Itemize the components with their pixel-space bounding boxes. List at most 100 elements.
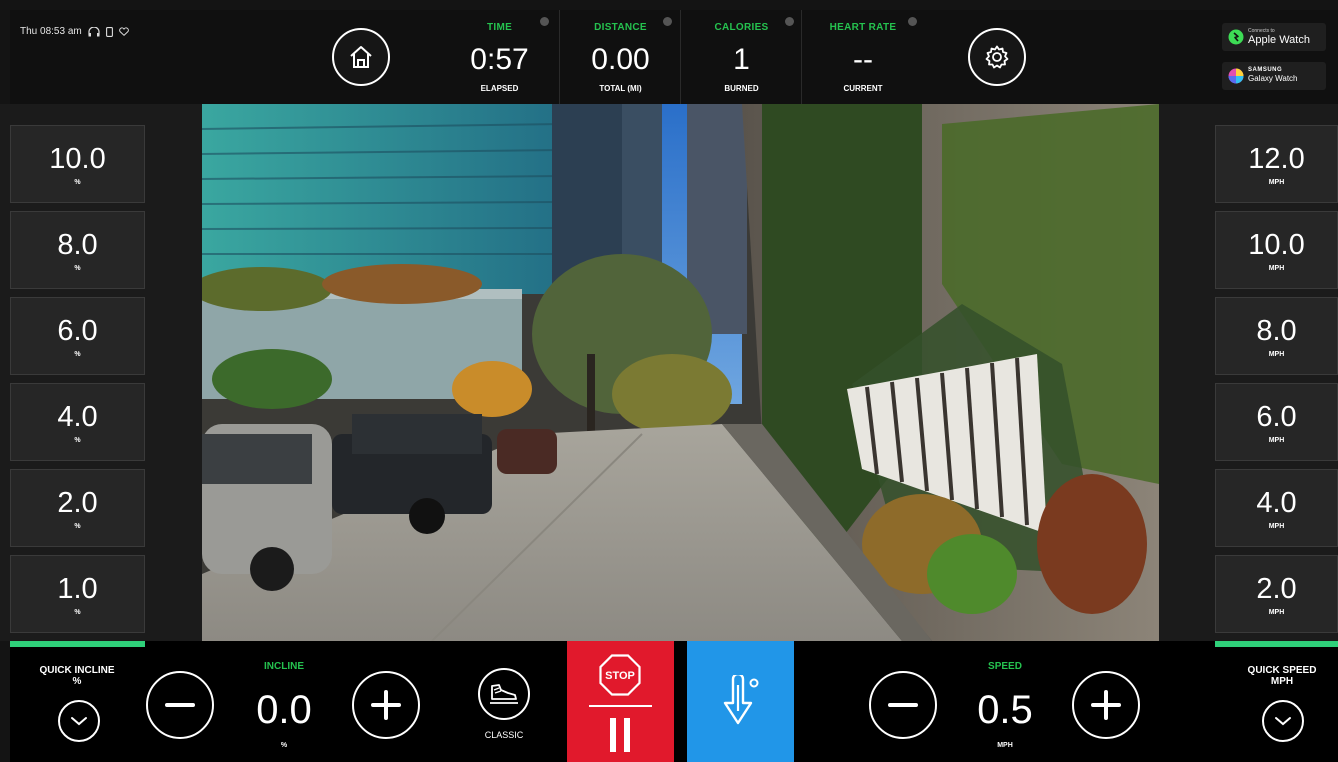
- speed-increase-button[interactable]: [1072, 671, 1140, 739]
- datetime: Thu 08:53 am: [20, 26, 82, 37]
- stat-label: DISTANCE: [594, 22, 647, 33]
- speed-value: 0.5: [977, 688, 1033, 732]
- phone-icon: [105, 26, 113, 37]
- incline-preset-button[interactable]: 2.0 %: [10, 469, 145, 547]
- stat-sublabel: CURRENT: [843, 84, 883, 93]
- stop-sign-icon: STOP: [599, 654, 641, 696]
- preset-value: 8.0: [57, 228, 98, 261]
- preset-unit: MPH: [1268, 178, 1285, 186]
- info-dot: [663, 17, 672, 26]
- speed-unit: MPH: [997, 742, 1013, 749]
- stat-value: --: [853, 43, 873, 76]
- preset-unit: MPH: [1268, 264, 1285, 272]
- stat-value: 0.00: [591, 43, 650, 76]
- speed-preset-button[interactable]: 4.0 MPH: [1215, 469, 1338, 547]
- speed-label: SPEED: [988, 661, 1022, 672]
- preset-unit: %: [74, 522, 81, 530]
- info-dot: [540, 17, 549, 26]
- home-button[interactable]: [332, 28, 390, 86]
- apple-watch-icon: [1228, 29, 1244, 45]
- stat-sublabel: TOTAL (MI): [599, 84, 642, 93]
- preset-value: 2.0: [57, 486, 98, 519]
- incline-preset-button[interactable]: 6.0 %: [10, 297, 145, 375]
- preset-unit: MPH: [1268, 608, 1285, 616]
- top-stats-bar: Thu 08:53 am TIME 0:57 ELAPSED DISTANCE …: [10, 10, 1338, 104]
- incline-preset-button[interactable]: 4.0 %: [10, 383, 145, 461]
- preset-unit: MPH: [1268, 436, 1285, 444]
- stat-distance[interactable]: DISTANCE 0.00 TOTAL (MI): [561, 10, 681, 104]
- stat-time[interactable]: TIME 0:57 ELAPSED: [440, 10, 560, 104]
- speed-presets-column: 12.0 MPH 10.0 MPH 8.0 MPH 6.0 MPH 4.0 MP…: [1159, 104, 1338, 641]
- samsung-watch-label: Galaxy Watch: [1248, 73, 1298, 83]
- preset-value: 10.0: [1248, 228, 1305, 261]
- incline-presets-column: 10.0 % 8.0 % 6.0 % 4.0 % 2.0 % 1.0 %: [0, 104, 202, 641]
- mode-classic-label: CLASSIC: [484, 730, 524, 740]
- preset-unit: %: [74, 436, 81, 444]
- stat-value: 0:57: [470, 43, 529, 76]
- quick-speed-label-line2: MPH: [1270, 676, 1294, 687]
- incline-value: 0.0: [256, 688, 312, 732]
- thermometer-down-icon: [723, 674, 758, 724]
- preset-unit: MPH: [1268, 350, 1285, 358]
- incline-accent-line: [10, 641, 145, 647]
- treadmill-screen: Thu 08:53 am TIME 0:57 ELAPSED DISTANCE …: [0, 0, 1338, 762]
- apple-watch-label: Apple Watch: [1248, 33, 1310, 46]
- apple-watch-badge[interactable]: Connects to Apple Watch: [1222, 23, 1326, 51]
- chevron-down-icon: [71, 717, 87, 726]
- incline-label: INCLINE: [264, 661, 304, 672]
- incline-preset-button[interactable]: 8.0 %: [10, 211, 145, 289]
- divider: [589, 705, 652, 707]
- mode-classic-button[interactable]: [478, 668, 530, 720]
- preset-unit: %: [74, 608, 81, 616]
- preset-value: 4.0: [57, 400, 98, 433]
- quick-incline-label-line2: %: [72, 676, 82, 687]
- stat-calories[interactable]: CALORIES 1 BURNED: [682, 10, 802, 104]
- preset-value: 6.0: [1256, 400, 1297, 433]
- stop-sign-text: STOP: [605, 670, 635, 682]
- preset-value: 8.0: [1256, 314, 1297, 347]
- preset-value: 4.0: [1256, 486, 1297, 519]
- samsung-watch-badge[interactable]: SAMSUNG Galaxy Watch: [1222, 62, 1326, 90]
- speed-accent-line: [1215, 641, 1338, 647]
- pause-icon: [610, 718, 630, 752]
- stat-value: 1: [733, 43, 750, 76]
- cooldown-button[interactable]: [687, 641, 794, 762]
- preset-unit: MPH: [1268, 522, 1285, 530]
- preset-value: 12.0: [1248, 142, 1305, 175]
- stat-sublabel: ELAPSED: [480, 84, 519, 93]
- preset-value: 10.0: [49, 142, 106, 175]
- incline-unit: %: [280, 742, 288, 749]
- speed-preset-button[interactable]: 12.0 MPH: [1215, 125, 1338, 203]
- status-bar: Thu 08:53 am: [20, 26, 129, 37]
- shoe-icon: [490, 684, 518, 704]
- speed-preset-button[interactable]: 6.0 MPH: [1215, 383, 1338, 461]
- preset-value: 2.0: [1256, 572, 1297, 605]
- incline-preset-button[interactable]: 10.0 %: [10, 125, 145, 203]
- incline-preset-button[interactable]: 1.0 %: [10, 555, 145, 633]
- quick-incline-label: QUICK INCLINE %: [24, 665, 130, 687]
- minus-icon: [165, 703, 195, 707]
- gear-icon: [985, 45, 1009, 69]
- incline-decrease-button[interactable]: [146, 671, 214, 739]
- street-scene-image: [202, 104, 1159, 641]
- stop-pause-button[interactable]: STOP: [567, 641, 674, 762]
- quick-speed-dropdown[interactable]: [1262, 700, 1304, 742]
- quick-incline-label-line1: QUICK INCLINE: [39, 665, 115, 676]
- info-dot: [785, 17, 794, 26]
- quick-speed-label-line1: QUICK SPEED: [1247, 665, 1317, 676]
- speed-preset-button[interactable]: 10.0 MPH: [1215, 211, 1338, 289]
- speed-preset-button[interactable]: 8.0 MPH: [1215, 297, 1338, 375]
- preset-value: 1.0: [57, 572, 98, 605]
- incline-increase-button[interactable]: [352, 671, 420, 739]
- plus-icon: [1091, 690, 1121, 720]
- stat-heart-rate[interactable]: HEART RATE -- CURRENT: [803, 10, 923, 104]
- speed-preset-button[interactable]: 2.0 MPH: [1215, 555, 1338, 633]
- quick-incline-dropdown[interactable]: [58, 700, 100, 742]
- workout-video: [202, 104, 1159, 641]
- preset-value: 6.0: [57, 314, 98, 347]
- headphones-icon: [88, 26, 100, 36]
- quick-speed-label: QUICK SPEED MPH: [1230, 665, 1334, 687]
- settings-button[interactable]: [968, 28, 1026, 86]
- speed-decrease-button[interactable]: [869, 671, 937, 739]
- home-icon: [350, 46, 372, 68]
